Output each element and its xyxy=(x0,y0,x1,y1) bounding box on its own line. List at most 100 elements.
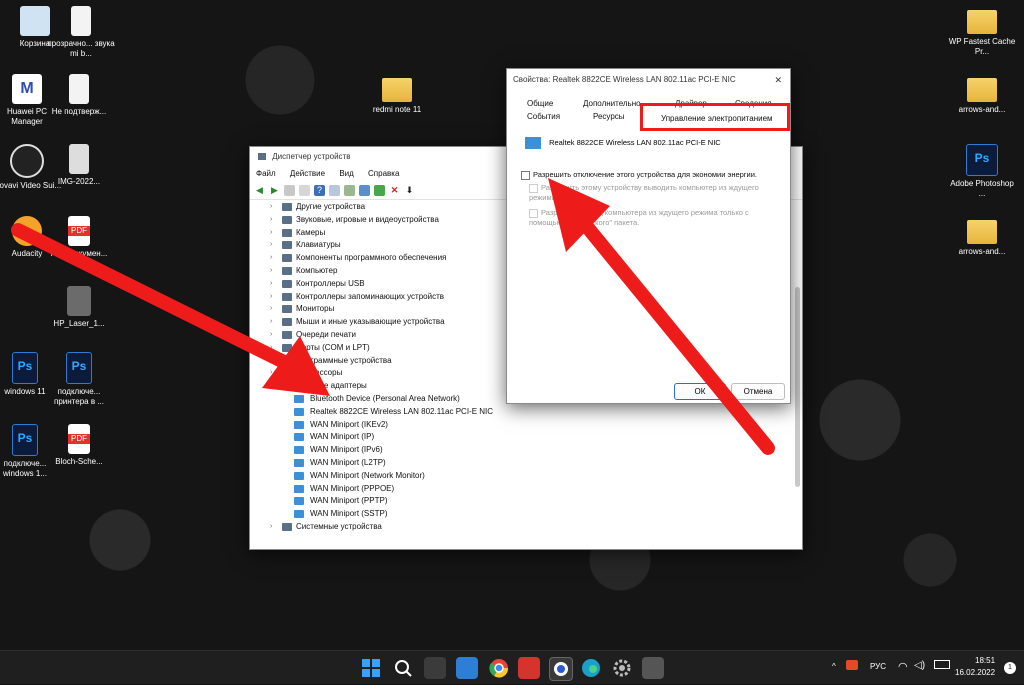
cancel-button[interactable]: Отмена xyxy=(731,383,785,400)
wifi-icon[interactable]: ◠ xyxy=(898,660,908,673)
desktop-icon-pdf[interactable]: PDF Но... докумен... xyxy=(44,216,114,259)
device-category-icon xyxy=(282,241,292,250)
huawei-icon: M xyxy=(12,74,42,104)
tab-resources[interactable]: Ресурсы xyxy=(593,112,625,121)
settings-gear-icon[interactable] xyxy=(611,657,633,679)
clock-date[interactable]: 16.02.2022 xyxy=(955,668,995,677)
tree-network-adapter[interactable]: WAN Miniport (Network Monitor) xyxy=(250,470,790,483)
desktop-icon-redmi-folder[interactable]: redmi note 11 xyxy=(362,74,432,115)
forward-icon[interactable]: ▶ xyxy=(269,185,280,196)
magic-packet-checkbox xyxy=(529,208,538,218)
tab-events[interactable]: События xyxy=(527,112,560,121)
task-view-icon[interactable] xyxy=(424,657,446,679)
notification-badge[interactable]: 1 xyxy=(1004,662,1016,674)
desktop-icon-photoshop[interactable]: Ps Adobe Photoshop ... xyxy=(947,144,1017,199)
download-icon[interactable]: ⬇ xyxy=(404,185,415,196)
device-tree-scrollbar[interactable] xyxy=(795,287,800,487)
list-icon[interactable] xyxy=(329,184,340,196)
pdf-icon: PDF xyxy=(68,424,90,454)
tree-network-adapter[interactable]: WAN Miniport (PPTP) xyxy=(250,495,790,508)
help-icon[interactable]: ? xyxy=(314,184,325,196)
tree-category-label: Контроллеры запоминающих устройств xyxy=(296,291,444,301)
chevron-right-icon[interactable]: › xyxy=(270,316,272,329)
file-icon xyxy=(69,74,89,104)
menu-action[interactable]: Действие xyxy=(290,169,325,178)
tree-category-label: Мониторы xyxy=(296,304,335,314)
network-adapter-icon xyxy=(294,394,304,403)
back-icon[interactable]: ◀ xyxy=(254,185,265,196)
allow-power-off-option[interactable]: Разрешить отключение этого устройства дл… xyxy=(521,170,757,180)
remove-device-icon[interactable]: ✕ xyxy=(389,185,400,196)
tray-app-icon[interactable] xyxy=(846,660,858,670)
update-driver-icon[interactable] xyxy=(344,184,355,196)
chevron-right-icon[interactable]: › xyxy=(270,367,272,380)
chevron-right-icon[interactable]: › xyxy=(270,291,272,304)
properties-titlebar[interactable]: Свойства: Realtek 8822CE Wireless LAN 80… xyxy=(507,69,790,91)
tree-network-adapter[interactable]: WAN Miniport (IPv6) xyxy=(250,444,790,457)
allow-power-off-checkbox[interactable] xyxy=(521,170,530,180)
device-category-icon xyxy=(282,343,292,352)
tree-category-label: Мыши и иные указывающие устройства xyxy=(296,317,445,327)
chevron-down-icon[interactable]: ˅ xyxy=(270,380,274,393)
chevron-right-icon[interactable]: › xyxy=(270,201,272,214)
device-category-icon xyxy=(282,266,292,275)
close-icon[interactable]: ✕ xyxy=(774,69,782,91)
tab-general[interactable]: Общие xyxy=(527,99,553,108)
chevron-right-icon[interactable]: › xyxy=(270,252,272,265)
tree-network-adapter[interactable]: WAN Miniport (PPPOE) xyxy=(250,483,790,496)
menu-help[interactable]: Справка xyxy=(368,169,399,178)
chevron-right-icon[interactable]: › xyxy=(270,227,272,240)
battery-icon[interactable] xyxy=(934,660,950,669)
psd-icon: Ps xyxy=(12,424,38,456)
desktop-icon-pdf-bloch[interactable]: PDF Bloch-Sche... xyxy=(44,424,114,467)
app-icon-red[interactable] xyxy=(518,657,540,679)
menu-view[interactable]: Вид xyxy=(339,169,353,178)
enable-device-icon[interactable] xyxy=(374,184,385,196)
ok-button[interactable]: ОК xyxy=(674,383,726,400)
chrome-icon[interactable] xyxy=(488,657,510,679)
volume-icon[interactable]: ◁) xyxy=(914,660,925,671)
chevron-right-icon[interactable]: › xyxy=(270,521,272,534)
properties-icon[interactable] xyxy=(299,184,310,196)
tree-network-adapter[interactable]: WAN Miniport (SSTP) xyxy=(250,508,790,521)
tray-chevron-icon[interactable]: ^ xyxy=(832,662,836,671)
desktop-icon-image[interactable]: IMG-2022... xyxy=(44,144,114,187)
chevron-right-icon[interactable]: › xyxy=(270,278,272,291)
chevron-right-icon[interactable]: › xyxy=(270,239,272,252)
view-icon[interactable] xyxy=(284,184,295,196)
device-manager-taskbar-icon[interactable] xyxy=(642,657,664,679)
clock-time[interactable]: 18:51 xyxy=(975,656,995,665)
chevron-right-icon[interactable]: › xyxy=(270,303,272,316)
chevron-right-icon[interactable]: › xyxy=(270,342,272,355)
search-icon[interactable] xyxy=(392,657,414,679)
tree-adapter-label: WAN Miniport (IPv6) xyxy=(310,445,383,455)
app-icon-active[interactable] xyxy=(549,657,573,681)
chevron-right-icon[interactable]: › xyxy=(270,214,272,227)
file-icon xyxy=(71,6,91,36)
tree-network-adapter[interactable]: WAN Miniport (IP) xyxy=(250,431,790,444)
tree-adapter-label: WAN Miniport (IP) xyxy=(310,432,375,442)
desktop-icon-file[interactable]: прозрачно... звука mi b... xyxy=(46,6,116,59)
menu-file[interactable]: Файл xyxy=(256,169,276,178)
chevron-right-icon[interactable]: › xyxy=(270,355,272,368)
monitor-icon[interactable] xyxy=(359,184,370,196)
chevron-right-icon[interactable]: › xyxy=(270,265,272,278)
desktop-icon-psd-printer[interactable]: Ps подключе... принтера в ... xyxy=(44,352,114,407)
desktop-icon-file2[interactable]: Не подтверж... xyxy=(44,74,114,117)
device-category-icon xyxy=(282,356,292,365)
tree-network-adapter[interactable]: WAN Miniport (L2TP) xyxy=(250,457,790,470)
desktop-icon-arrows1[interactable]: arrows-and... xyxy=(947,74,1017,115)
device-category-icon xyxy=(282,369,292,378)
tree-category[interactable]: › Системные устройства xyxy=(250,521,790,534)
chevron-right-icon[interactable]: › xyxy=(270,329,272,342)
tab-advanced[interactable]: Дополнительно xyxy=(583,99,641,108)
windows-start-icon[interactable] xyxy=(360,657,382,679)
tree-network-adapter[interactable]: Realtek 8822CE Wireless LAN 802.11ac PCI… xyxy=(250,406,790,419)
edge-icon[interactable] xyxy=(580,657,602,679)
tree-network-adapter[interactable]: WAN Miniport (IKEv2) xyxy=(250,419,790,432)
widgets-icon[interactable] xyxy=(456,657,478,679)
desktop-icon-wp-cache[interactable]: WP Fastest Cache Pr... xyxy=(947,6,1017,57)
language-indicator[interactable]: РУС xyxy=(870,662,886,671)
desktop-icon-hp[interactable]: HP_Laser_1... xyxy=(44,286,114,329)
desktop-icon-arrows2[interactable]: arrows-and... xyxy=(947,216,1017,257)
